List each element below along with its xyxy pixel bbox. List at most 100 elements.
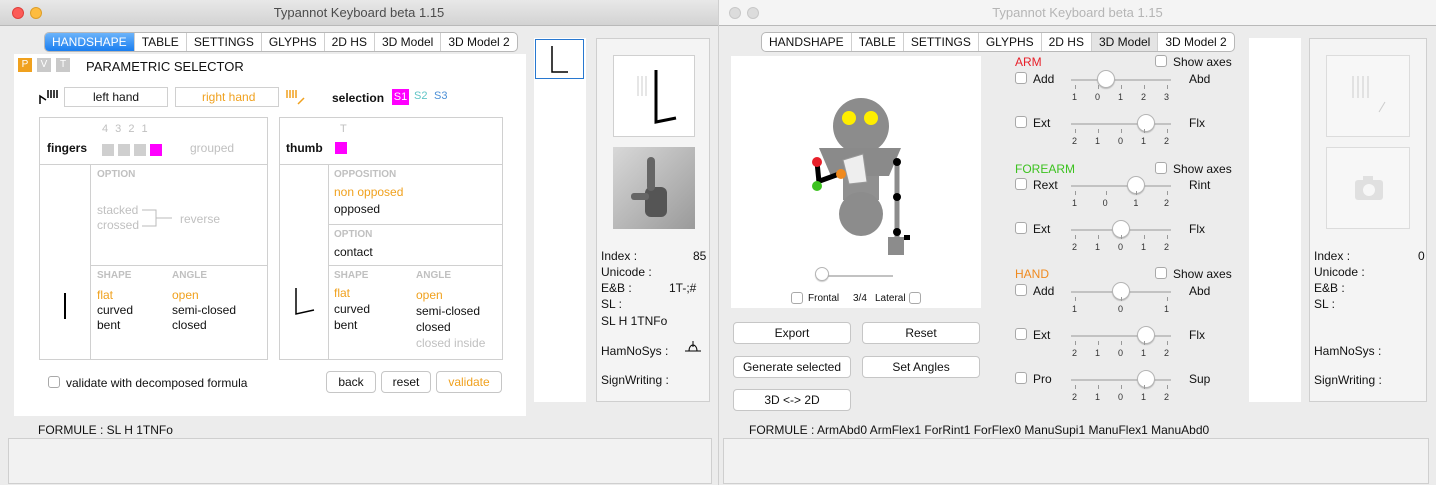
3d-viewport[interactable]: Frontal 3/4 Lateral <box>731 56 981 308</box>
validate-button[interactable]: validate <box>436 371 502 393</box>
forearm-show-axes-checkbox[interactable] <box>1155 162 1167 174</box>
tab-table[interactable]: TABLE <box>135 33 187 51</box>
shape-curved[interactable]: curved <box>97 303 133 317</box>
arm-show-axes-checkbox[interactable] <box>1155 55 1167 67</box>
right-hand-field[interactable]: right hand <box>175 87 279 107</box>
tab-2d-hs[interactable]: 2D HS <box>1042 33 1092 51</box>
angle-open[interactable]: open <box>172 288 199 302</box>
slider-knob[interactable] <box>1137 370 1155 388</box>
tab-2d-hs[interactable]: 2D HS <box>325 33 375 51</box>
reset-button[interactable]: Reset <box>862 322 980 344</box>
slider-checkbox[interactable] <box>1015 72 1027 84</box>
index-label: Index : <box>601 249 638 263</box>
thumb-box: T thumb OPPOSITION non opposed opposed O… <box>279 117 503 360</box>
opposed-option[interactable]: opposed <box>334 202 380 216</box>
left-hand-field[interactable]: left hand <box>64 87 168 107</box>
slider-track[interactable] <box>1071 79 1171 81</box>
toggle-3d-2d-button[interactable]: 3D <-> 2D <box>733 389 851 411</box>
thumb-angle-semi-closed[interactable]: semi-closed <box>416 304 480 318</box>
set-angles-button[interactable]: Set Angles <box>862 356 980 378</box>
frontal-checkbox[interactable] <box>791 292 803 304</box>
reverse-option[interactable]: reverse <box>180 212 220 226</box>
contact-option[interactable]: contact <box>334 245 373 259</box>
shape-flat[interactable]: flat <box>97 288 113 302</box>
thumb-shape-bent[interactable]: bent <box>334 318 357 332</box>
finger-1-toggle[interactable] <box>150 143 162 156</box>
slider-row: Ext Flx 2 1 0 1 2 <box>989 326 1235 368</box>
stacked-option[interactable]: stacked <box>97 203 138 217</box>
tab-settings[interactable]: SETTINGS <box>187 33 262 51</box>
slider-checkbox[interactable] <box>1015 372 1027 384</box>
reset-button[interactable]: reset <box>381 371 431 393</box>
view-slider-track[interactable] <box>821 275 893 277</box>
tab-3d-model-2[interactable]: 3D Model 2 <box>1158 33 1233 51</box>
selection-s2[interactable]: S2 <box>414 90 427 102</box>
close-button[interactable] <box>12 7 24 19</box>
tab-table[interactable]: TABLE <box>852 33 904 51</box>
slider-tick-label: 2 <box>1164 348 1170 358</box>
slider-checkbox[interactable] <box>1015 116 1027 128</box>
output-area[interactable] <box>8 438 712 484</box>
tab-3d-model[interactable]: 3D Model <box>375 33 442 51</box>
close-button[interactable] <box>729 7 741 19</box>
selection-s1[interactable]: S1 <box>392 89 409 105</box>
minimize-button[interactable] <box>30 7 42 19</box>
lateral-checkbox[interactable] <box>909 292 921 304</box>
thumb-shape-flat[interactable]: flat <box>334 286 350 300</box>
eb-value: 1T-;# <box>669 281 697 295</box>
thumb-angle-open[interactable]: open <box>416 288 443 302</box>
thumb-angle-closed[interactable]: closed <box>416 320 451 334</box>
tab-glyphs[interactable]: GLYPHS <box>979 33 1042 51</box>
slider-tick-label: 1 <box>1141 136 1147 146</box>
angle-closed[interactable]: closed <box>172 318 207 332</box>
view-slider-knob[interactable] <box>815 267 829 281</box>
minimize-button[interactable] <box>747 7 759 19</box>
shape-bent[interactable]: bent <box>97 318 120 332</box>
slider-checkbox[interactable] <box>1015 178 1027 190</box>
non-opposed-option[interactable]: non opposed <box>334 185 403 199</box>
t-button[interactable]: T <box>56 58 70 72</box>
crossed-option[interactable]: crossed <box>97 218 139 232</box>
validate-decomposed-checkbox[interactable] <box>48 376 60 388</box>
slider-track[interactable] <box>1071 123 1171 125</box>
slider-tick <box>1167 85 1168 89</box>
thumb-toggle[interactable] <box>335 142 347 154</box>
tab-settings[interactable]: SETTINGS <box>904 33 979 51</box>
angle-semi-closed[interactable]: semi-closed <box>172 303 236 317</box>
divider <box>280 164 502 165</box>
v-button[interactable]: V <box>37 58 51 72</box>
tab-handshape[interactable]: HANDSHAPE <box>762 33 852 51</box>
finger-3-toggle[interactable] <box>118 143 130 156</box>
slider-track[interactable] <box>1071 335 1171 337</box>
tab-glyphs[interactable]: GLYPHS <box>262 33 325 51</box>
slider-checkbox[interactable] <box>1015 284 1027 296</box>
thumb-shape-curved[interactable]: curved <box>334 302 370 316</box>
tab-3d-model-2[interactable]: 3D Model 2 <box>441 33 516 51</box>
generate-selected-button[interactable]: Generate selected <box>733 356 851 378</box>
finger-2-toggle[interactable] <box>134 143 146 156</box>
slider-tick <box>1167 297 1168 301</box>
selection-s3[interactable]: S3 <box>434 90 447 102</box>
back-button[interactable]: back <box>326 371 376 393</box>
p-button[interactable]: P <box>18 58 32 72</box>
slider-track[interactable] <box>1071 379 1171 381</box>
export-button[interactable]: Export <box>733 322 851 344</box>
slider-track[interactable] <box>1071 185 1171 187</box>
slider-checkbox[interactable] <box>1015 222 1027 234</box>
output-area[interactable] <box>723 438 1429 484</box>
slider-checkbox[interactable] <box>1015 328 1027 340</box>
slider-tick-label: 3 <box>1164 92 1170 102</box>
thumb-angle-closed-inside[interactable]: closed inside <box>416 336 485 350</box>
slider-knob[interactable] <box>1137 326 1155 344</box>
grouped-label[interactable]: grouped <box>190 141 234 155</box>
finger-4-toggle[interactable] <box>102 143 114 156</box>
tab-3d-model[interactable]: 3D Model <box>1091 33 1159 51</box>
slider-knob[interactable] <box>1097 70 1115 88</box>
slider-tick-label: 1 <box>1095 136 1101 146</box>
slider-knob[interactable] <box>1137 114 1155 132</box>
slider-tick-label: 0 <box>1118 392 1124 402</box>
divider <box>90 164 91 359</box>
selected-glyph[interactable] <box>535 39 584 79</box>
tab-handshape[interactable]: HANDSHAPE <box>45 33 135 51</box>
hand-show-axes-checkbox[interactable] <box>1155 267 1167 279</box>
